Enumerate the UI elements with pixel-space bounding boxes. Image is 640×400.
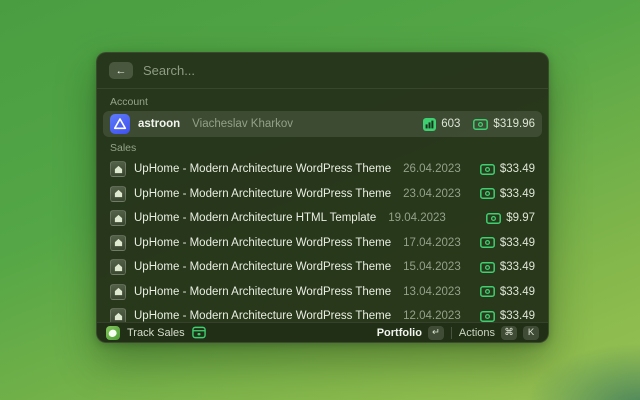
sale-date: 19.04.2023 xyxy=(388,212,446,224)
sale-amount-badge: $33.49 xyxy=(479,187,535,200)
results-list: Account astroon Viacheslav Kharkov 603 $… xyxy=(97,89,548,322)
desktop-wallpaper: ← Account astroon Viacheslav Kharkov xyxy=(0,0,640,400)
banknote-icon xyxy=(479,237,495,248)
command-keycap-icon: ⌘ xyxy=(501,325,517,340)
sale-amount-badge: $33.49 xyxy=(479,285,535,298)
product-thumbnail-icon xyxy=(110,161,126,177)
product-thumbnail-icon xyxy=(110,283,126,300)
section-label-account: Account xyxy=(110,96,148,108)
sale-title: UpHome - Modern Architecture WordPress T… xyxy=(134,163,392,175)
extension-name: Track Sales xyxy=(127,326,185,339)
sales-count-value: 603 xyxy=(441,118,461,130)
sale-date: 15.04.2023 xyxy=(403,261,461,273)
earnings-value: $319.96 xyxy=(493,118,535,130)
banknote-icon xyxy=(479,310,495,322)
actions-menu-button[interactable]: Actions ⌘ K xyxy=(458,325,539,340)
sale-row[interactable]: UpHome - Modern Architecture WordPress T… xyxy=(103,182,542,206)
account-fullname: Viacheslav Kharkov xyxy=(192,118,293,130)
sale-title: UpHome - Modern Architecture HTML Templa… xyxy=(134,212,377,224)
account-username: astroon xyxy=(138,118,181,130)
actions-menu-label: Actions xyxy=(458,326,495,339)
sales-list: UpHome - Modern Architecture WordPress T… xyxy=(97,157,548,322)
sale-title: UpHome - Modern Architecture WordPress T… xyxy=(134,285,392,298)
sale-row[interactable]: UpHome - Modern Architecture WordPress T… xyxy=(103,304,542,322)
earnings-badge: $319.96 xyxy=(473,118,535,130)
launcher-window: ← Account astroon Viacheslav Kharkov xyxy=(96,52,549,343)
sale-row[interactable]: UpHome - Modern Architecture WordPress T… xyxy=(103,157,542,181)
sale-title: UpHome - Modern Architecture WordPress T… xyxy=(134,310,392,322)
sale-amount-badge: $9.97 xyxy=(486,212,535,224)
sale-row[interactable]: UpHome - Modern Architecture WordPress T… xyxy=(103,255,542,279)
banknote-icon xyxy=(479,163,495,175)
product-thumbnail-icon xyxy=(110,210,126,226)
sale-date: 13.04.2023 xyxy=(403,285,461,298)
sale-row[interactable]: UpHome - Modern Architecture WordPress T… xyxy=(103,280,542,304)
sale-amount-badge: $33.49 xyxy=(479,236,535,249)
money-stack-icon xyxy=(191,326,206,339)
sale-amount-value: $33.49 xyxy=(499,236,535,249)
sale-amount-value: $33.49 xyxy=(499,310,535,322)
sale-row[interactable]: UpHome - Modern Architecture WordPress T… xyxy=(103,231,542,255)
sale-amount-badge: $33.49 xyxy=(479,261,535,273)
back-button[interactable]: ← xyxy=(109,62,133,79)
sale-title: UpHome - Modern Architecture WordPress T… xyxy=(134,236,392,249)
enter-keycap-icon: ↵ xyxy=(427,325,444,340)
banknote-icon xyxy=(479,261,495,273)
product-thumbnail-icon xyxy=(110,234,126,251)
footer-divider xyxy=(450,326,452,339)
banknote-icon xyxy=(479,188,495,199)
back-arrow-icon: ← xyxy=(115,64,127,77)
search-input[interactable] xyxy=(143,63,536,78)
sale-row[interactable]: UpHome - Modern Architecture HTML Templa… xyxy=(103,206,542,230)
banknote-icon xyxy=(486,212,502,224)
sale-amount-value: $33.49 xyxy=(499,187,535,200)
sale-amount-value: $33.49 xyxy=(499,261,535,273)
k-keycap-icon: K xyxy=(523,325,539,340)
sale-date: 12.04.2023 xyxy=(403,310,461,322)
account-row[interactable]: astroon Viacheslav Kharkov 603 $319.96 xyxy=(103,111,542,137)
bar-chart-icon xyxy=(423,117,437,131)
banknote-icon xyxy=(479,286,495,297)
footer-bar: Track Sales Portfolio ↵ Actions ⌘ K xyxy=(97,322,548,342)
sale-amount-value: $33.49 xyxy=(499,285,535,298)
sale-amount-badge: $33.49 xyxy=(479,310,535,322)
track-sales-extension-icon xyxy=(106,325,120,340)
sales-count-badge: 603 xyxy=(423,117,461,131)
banknote-icon xyxy=(473,118,489,130)
astroon-logo-icon xyxy=(110,114,130,134)
sale-title: UpHome - Modern Architecture WordPress T… xyxy=(134,187,392,200)
sale-date: 26.04.2023 xyxy=(403,163,461,175)
sale-amount-badge: $33.49 xyxy=(479,163,535,175)
section-label-sales: Sales xyxy=(110,142,137,154)
sale-amount-value: $33.49 xyxy=(499,163,535,175)
product-thumbnail-icon xyxy=(110,308,126,322)
sale-date: 17.04.2023 xyxy=(403,236,461,249)
sale-date: 23.04.2023 xyxy=(403,187,461,200)
search-bar: ← xyxy=(97,53,548,89)
product-thumbnail-icon xyxy=(110,185,126,202)
sale-amount-value: $9.97 xyxy=(506,212,535,224)
sale-title: UpHome - Modern Architecture WordPress T… xyxy=(134,261,392,273)
product-thumbnail-icon xyxy=(110,259,126,275)
portfolio-action-button[interactable]: Portfolio ↵ xyxy=(376,325,444,340)
portfolio-action-label: Portfolio xyxy=(376,326,422,339)
